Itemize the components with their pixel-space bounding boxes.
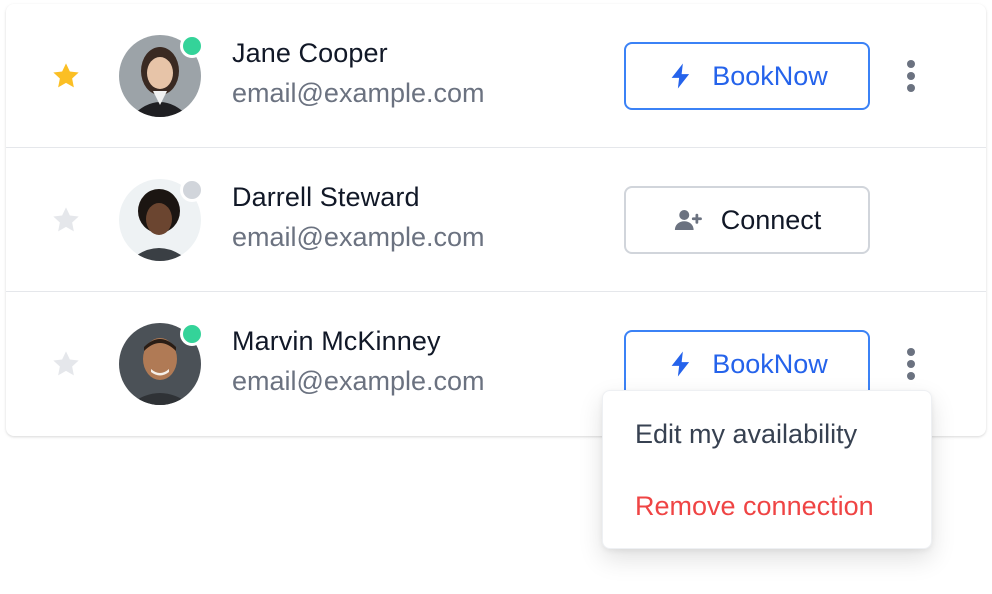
contact-name: Marvin McKinney xyxy=(232,326,441,356)
contact-name: Darrell Steward xyxy=(232,182,420,212)
user-plus-icon xyxy=(673,205,703,235)
more-vertical-icon[interactable] xyxy=(896,54,926,98)
book-now-label: BookNow xyxy=(712,60,828,91)
contact-email: email@example.com xyxy=(232,222,485,252)
book-now-button[interactable]: BookNow xyxy=(624,42,870,110)
contact-row: Jane Cooper email@example.com BookNow xyxy=(6,4,986,148)
contact-name: Jane Cooper xyxy=(232,38,388,68)
book-now-label: BookNow xyxy=(712,348,828,379)
connect-label: Connect xyxy=(720,204,822,235)
star-icon[interactable] xyxy=(50,204,82,236)
contacts-list: Jane Cooper email@example.com BookNow Da… xyxy=(6,4,986,436)
online-status-indicator xyxy=(180,34,204,58)
lightning-bolt-icon xyxy=(666,349,696,379)
book-now-button[interactable]: BookNow xyxy=(624,330,870,398)
avatar xyxy=(119,34,204,117)
offline-status-indicator xyxy=(180,178,204,202)
more-vertical-icon[interactable] xyxy=(896,342,926,386)
contact-email: email@example.com xyxy=(232,78,485,108)
contact-email: email@example.com xyxy=(232,366,485,396)
connect-button[interactable]: Connect xyxy=(624,186,870,254)
contact-row: Darrell Steward email@example.com Connec… xyxy=(6,148,986,292)
context-menu: Edit my availability Remove connection xyxy=(602,390,932,549)
star-icon[interactable] xyxy=(50,348,82,380)
menu-item-edit-availability[interactable]: Edit my availability xyxy=(635,419,857,450)
avatar xyxy=(119,322,204,405)
star-icon[interactable] xyxy=(50,60,82,92)
avatar xyxy=(119,178,204,261)
menu-item-remove-connection[interactable]: Remove connection xyxy=(635,491,874,522)
lightning-bolt-icon xyxy=(666,61,696,91)
online-status-indicator xyxy=(180,322,204,346)
